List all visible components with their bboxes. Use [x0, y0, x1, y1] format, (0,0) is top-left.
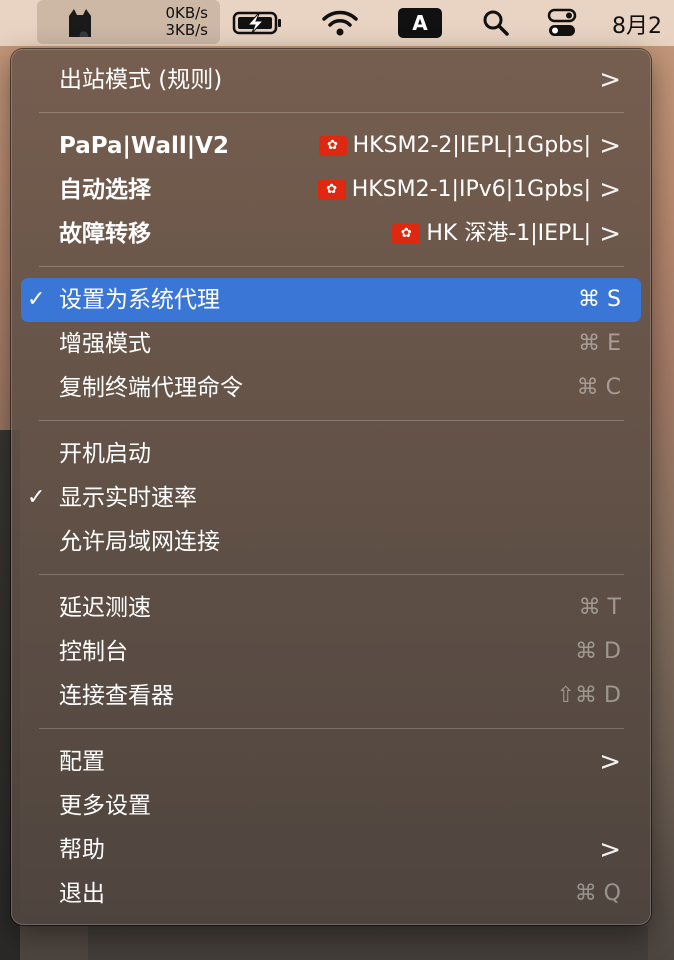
download-speed: 3KB/s: [165, 21, 208, 39]
shortcut-label: ⌘ S: [578, 287, 621, 312]
menu-bar: 0KB/s 3KB/s A 8月2: [0, 0, 674, 46]
cat-app-icon[interactable]: [58, 0, 102, 46]
connection-viewer-item[interactable]: 连接查看器 ⇧⌘ D: [21, 674, 641, 718]
more-settings-item[interactable]: 更多设置: [21, 784, 641, 828]
launch-at-login-item[interactable]: 开机启动: [21, 432, 641, 476]
help-item[interactable]: 帮助 >: [21, 828, 641, 872]
help-label: 帮助: [59, 837, 105, 863]
outbound-mode-label: 出站模式 (规则): [59, 67, 223, 93]
selected-node: ✿ HKSM2-2|IEPL|1Gpbs|: [318, 124, 591, 168]
system-proxy-item[interactable]: ✓ 设置为系统代理 ⌘ S: [21, 278, 641, 322]
control-center-icon[interactable]: [544, 0, 580, 46]
shortcut-label: ⌘ D: [575, 639, 621, 664]
wifi-icon[interactable]: [318, 0, 362, 46]
config-item[interactable]: 配置 >: [21, 740, 641, 784]
input-source-icon[interactable]: A: [398, 8, 442, 38]
battery-charging-icon[interactable]: [230, 0, 286, 46]
allow-lan-label: 允许局域网连接: [59, 529, 220, 555]
enhanced-mode-label: 增强模式: [59, 331, 151, 357]
proxy-group-label: 自动选择: [59, 177, 151, 203]
copy-terminal-command-item[interactable]: 复制终端代理命令 ⌘ C: [21, 366, 641, 410]
separator: [39, 112, 624, 113]
more-settings-label: 更多设置: [59, 793, 151, 819]
proxy-group-label: 故障转移: [59, 221, 151, 247]
outbound-mode-item[interactable]: 出站模式 (规则) >: [21, 58, 641, 102]
system-proxy-label: 设置为系统代理: [59, 287, 220, 313]
latency-test-item[interactable]: 延迟测速 ⌘ T: [21, 586, 641, 630]
separator: [39, 266, 624, 267]
network-speed[interactable]: 0KB/s 3KB/s: [128, 5, 208, 39]
allow-lan-item[interactable]: 允许局域网连接: [21, 520, 641, 564]
dashboard-item[interactable]: 控制台 ⌘ D: [21, 630, 641, 674]
shortcut-label: ⌘ Q: [574, 881, 621, 906]
proxy-group-auto[interactable]: 自动选择 ✿ HKSM2-1|IPv6|1Gpbs| >: [21, 168, 641, 212]
dashboard-label: 控制台: [59, 639, 128, 665]
selected-node-label: HKSM2-2|IEPL|1Gpbs|: [352, 133, 591, 158]
checkmark-icon: ✓: [27, 485, 46, 510]
show-speed-item[interactable]: ✓ 显示实时速率: [21, 476, 641, 520]
selected-node: ✿ HK 深港-1|IEPL|: [392, 212, 591, 256]
clock[interactable]: 8月2: [612, 8, 662, 40]
separator: [39, 574, 624, 575]
selected-node: ✿ HKSM2-1|IPv6|1Gpbs|: [317, 168, 591, 212]
proxy-group-label: PaPa|Wall|V2: [59, 133, 229, 159]
config-label: 配置: [59, 749, 105, 775]
search-icon[interactable]: [478, 0, 514, 46]
selected-node-label: HK 深港-1|IEPL|: [426, 221, 591, 246]
selected-node-label: HKSM2-1|IPv6|1Gpbs|: [351, 177, 591, 202]
background-window-bottom: [88, 926, 648, 960]
hong-kong-flag-icon: ✿: [317, 180, 346, 200]
quit-label: 退出: [59, 881, 105, 907]
separator: [39, 420, 624, 421]
proxy-group-papawall[interactable]: PaPa|Wall|V2 ✿ HKSM2-2|IEPL|1Gpbs| >: [21, 124, 641, 168]
separator: [39, 728, 624, 729]
launch-at-login-label: 开机启动: [59, 441, 151, 467]
shortcut-label: ⌘ T: [578, 595, 621, 620]
chevron-right-icon: >: [599, 175, 621, 205]
shortcut-label: ⇧⌘ D: [556, 683, 621, 708]
chevron-right-icon: >: [599, 219, 621, 249]
hong-kong-flag-icon: ✿: [318, 136, 347, 156]
show-speed-label: 显示实时速率: [59, 485, 197, 511]
proxy-menu: 出站模式 (规则) > PaPa|Wall|V2 ✿ HKSM2-2|IEPL|…: [11, 49, 651, 925]
chevron-right-icon: >: [599, 131, 621, 161]
latency-test-label: 延迟测速: [59, 595, 151, 621]
copy-terminal-label: 复制终端代理命令: [59, 375, 243, 401]
chevron-right-icon: >: [599, 65, 621, 95]
chevron-right-icon: >: [599, 835, 621, 865]
shortcut-label: ⌘ E: [578, 331, 621, 356]
hong-kong-flag-icon: ✿: [392, 224, 421, 244]
chevron-right-icon: >: [599, 747, 621, 777]
quit-item[interactable]: 退出 ⌘ Q: [21, 872, 641, 916]
proxy-group-failover[interactable]: 故障转移 ✿ HK 深港-1|IEPL| >: [21, 212, 641, 256]
upload-speed: 0KB/s: [165, 4, 208, 22]
enhanced-mode-item[interactable]: 增强模式 ⌘ E: [21, 322, 641, 366]
connection-viewer-label: 连接查看器: [59, 683, 174, 709]
checkmark-icon: ✓: [27, 287, 46, 312]
shortcut-label: ⌘ C: [576, 375, 621, 400]
